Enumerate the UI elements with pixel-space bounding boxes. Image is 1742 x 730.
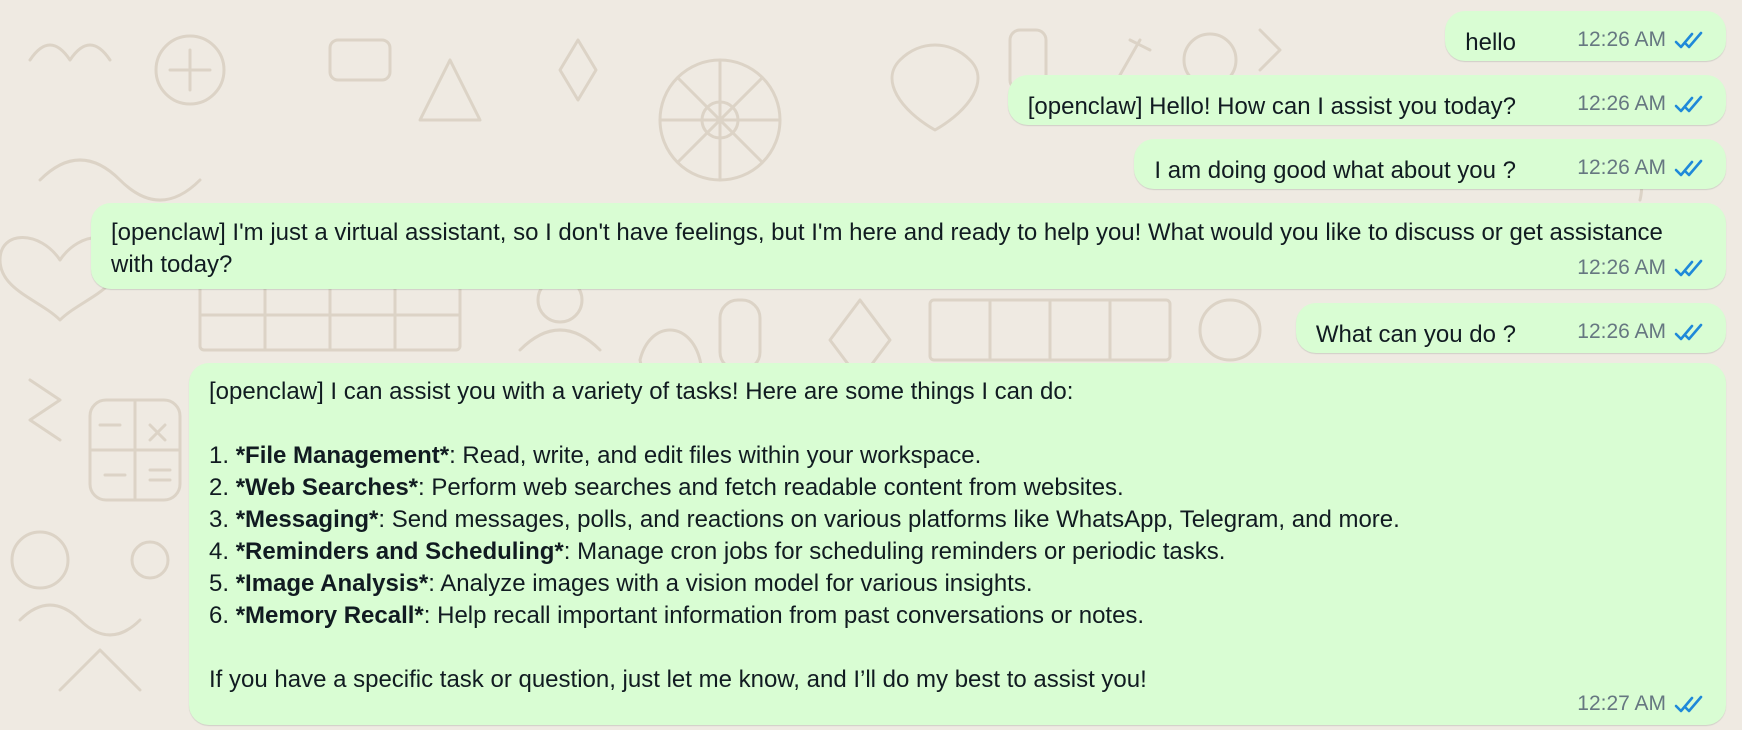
message-bubble[interactable]: I am doing good what about you ? 12:26 A… [1134, 139, 1726, 189]
message-text: [openclaw] I'm just a virtual assistant,… [111, 219, 1663, 278]
double-check-read-icon [1674, 695, 1703, 713]
message-timestamp: 12:26 AM [1577, 256, 1666, 279]
message-intro: [openclaw] I can assist you with a varie… [209, 378, 1074, 405]
message-bubble[interactable]: [openclaw] Hello! How can I assist you t… [1007, 75, 1726, 125]
list-item-title: *File Management* [235, 442, 450, 469]
list-item-description: : Send messages, polls, and reactions on… [378, 506, 1400, 533]
list-item-title: *Memory Recall* [235, 602, 424, 629]
message-bubble[interactable]: [openclaw] I'm just a virtual assistant,… [91, 203, 1726, 289]
list-item-description: : Read, write, and edit files within you… [449, 442, 982, 469]
list-item-number: 4. [209, 538, 230, 565]
message-timestamp: 12:26 AM [1577, 92, 1666, 115]
list-item-description: : Analyze images with a vision model for… [428, 570, 1033, 597]
list-item-number: 6. [209, 602, 230, 629]
message-meta: 12:26 AM [1577, 27, 1706, 53]
message-timestamp: 12:27 AM [1577, 692, 1666, 715]
message-meta: 12:26 AM [1577, 91, 1706, 117]
list-item-title: *Image Analysis* [235, 570, 429, 597]
double-check-read-icon [1674, 159, 1703, 177]
list-item: 4. *Reminders and Scheduling*: Manage cr… [209, 536, 1702, 568]
message-meta: 12:26 AM [1577, 155, 1706, 181]
list-item: 2. *Web Searches*: Perform web searches … [209, 472, 1702, 504]
message-bubble[interactable]: [openclaw] I can assist you with a varie… [189, 363, 1726, 725]
message-timestamp: 12:26 AM [1577, 156, 1666, 179]
list-item-number: 1. [209, 442, 230, 469]
message-timestamp: 12:26 AM [1577, 28, 1666, 51]
message-meta: 12:26 AM [1577, 319, 1706, 345]
list-item: 3. *Messaging*: Send messages, polls, an… [209, 504, 1702, 536]
message-meta: 12:27 AM [1577, 691, 1706, 717]
list-item-title: *Reminders and Scheduling* [235, 538, 564, 565]
message-meta: 12:26 AM [1577, 255, 1706, 281]
double-check-read-icon [1674, 31, 1703, 49]
list-item: 1. *File Management*: Read, write, and e… [209, 440, 1702, 472]
message-bubble[interactable]: What can you do ? 12:26 AM [1295, 303, 1726, 353]
list-item: 5. *Image Analysis*: Analyze images with… [209, 568, 1702, 600]
capability-list: 1. *File Management*: Read, write, and e… [209, 440, 1702, 632]
list-item-title: *Web Searches* [235, 474, 419, 501]
list-item-description: : Help recall important information from… [423, 602, 1145, 629]
list-item: 6. *Memory Recall*: Help recall importan… [209, 600, 1702, 632]
chat-messages: hello 12:26 AM [openclaw] Hello! How can… [0, 0, 1742, 730]
double-check-read-icon [1674, 323, 1703, 341]
double-check-read-icon [1674, 259, 1703, 277]
message-text: What can you do ? [1315, 321, 1516, 348]
message-text: [openclaw] Hello! How can I assist you t… [1027, 93, 1516, 120]
message-timestamp: 12:26 AM [1577, 320, 1666, 343]
message-text: I am doing good what about you ? [1154, 157, 1516, 184]
double-check-read-icon [1674, 95, 1703, 113]
list-item-number: 3. [209, 506, 230, 533]
list-item-title: *Messaging* [235, 506, 379, 533]
message-text: hello [1465, 29, 1516, 56]
list-item-description: : Perform web searches and fetch readabl… [418, 474, 1124, 501]
message-bubble[interactable]: hello 12:26 AM [1445, 11, 1726, 61]
message-outro: If you have a specific task or question,… [209, 666, 1147, 693]
list-item-description: : Manage cron jobs for scheduling remind… [563, 538, 1226, 565]
list-item-number: 5. [209, 570, 230, 597]
list-item-number: 2. [209, 474, 230, 501]
